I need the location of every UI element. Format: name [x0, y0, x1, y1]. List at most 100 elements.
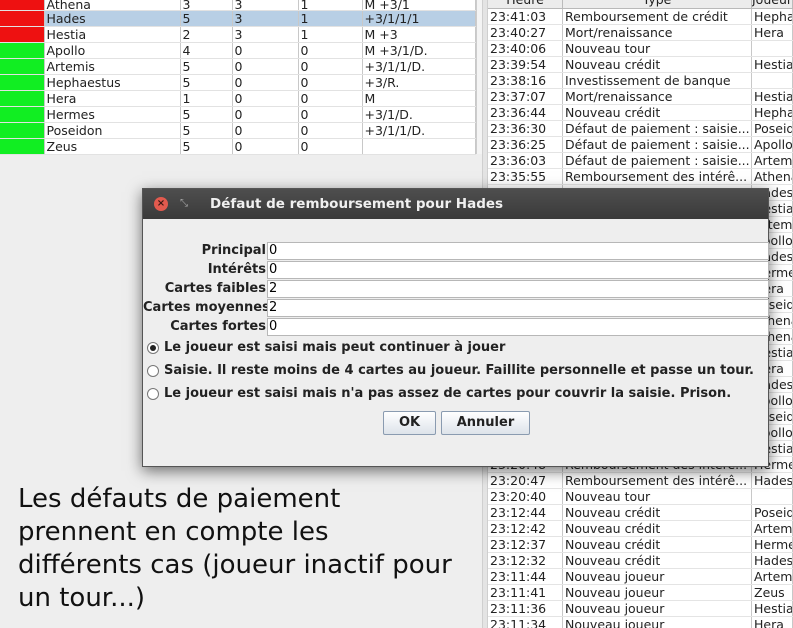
log-player-cell: [752, 73, 793, 88]
log-type-cell: Remboursement de crédit: [563, 9, 752, 24]
player-row[interactable]: Hades 5 3 1 +3/1/1/1: [0, 10, 476, 27]
cartes-moyennes-input[interactable]: [267, 298, 769, 317]
player-value-cell: 0: [232, 90, 299, 107]
cancel-button[interactable]: Annuler: [441, 411, 530, 435]
player-row[interactable]: Hephaestus 5 0 0 +3/R.: [0, 74, 476, 91]
option-continue[interactable]: Le joueur est saisi mais peut continuer …: [147, 340, 505, 355]
log-player-cell: Hades: [754, 553, 793, 568]
log-row[interactable]: 23:20:47 Remboursement des intérê... Hades: [488, 473, 793, 489]
log-row[interactable]: 23:11:41 Nouveau joueur Zeus: [488, 585, 793, 601]
caption-text: Les défauts de paiement prennent en comp…: [18, 484, 452, 613]
player-value-cell: 3: [180, 0, 233, 11]
log-row[interactable]: 23:40:06 Nouveau tour: [488, 41, 793, 57]
player-name-cell: Hades: [44, 10, 181, 27]
log-row[interactable]: 23:11:44Nouveau joueurArtemis: [488, 569, 793, 585]
player-value-cell: 0: [232, 58, 299, 75]
log-player-cell: Poseidon: [752, 505, 793, 520]
player-status-cell: [0, 90, 45, 107]
principal-input[interactable]: [267, 241, 769, 260]
log-row[interactable]: 23:39:54 Nouveau crédit Hestia: [488, 57, 793, 73]
log-time-cell: 23:36:03: [488, 153, 563, 168]
player-row[interactable]: Poseidon 5 0 0 +3/1/1/D.: [0, 122, 476, 139]
player-name-cell: Hestia: [44, 26, 181, 43]
log-player-cell: Hestia: [754, 89, 793, 104]
player-row[interactable]: Apollo 4 0 0 M +3/1/D.: [0, 42, 476, 59]
log-time-cell: 23:36:25: [488, 137, 563, 152]
interets-input[interactable]: [267, 260, 769, 279]
player-name-cell: Hera: [44, 90, 181, 107]
option-skip-turn[interactable]: Saisie. Il reste moins de 4 cartes au jo…: [147, 363, 754, 378]
log-type-cell: Mort/renaissance: [563, 25, 752, 40]
cartes-fortes-input[interactable]: [267, 317, 769, 336]
player-value-cell: 1: [298, 26, 363, 43]
restore-icon[interactable]: ⤡: [180, 199, 188, 209]
column-header-type[interactable]: Type: [563, 0, 752, 8]
log-row[interactable]: 23:12:37Nouveau créditHermes: [488, 537, 793, 553]
log-player-cell: Apollo: [754, 137, 793, 152]
log-type-cell: Nouveau crédit: [563, 57, 752, 72]
log-row[interactable]: 23:12:44Nouveau créditPoseidon: [488, 505, 793, 521]
log-type-cell: Nouveau crédit: [563, 553, 752, 568]
player-row[interactable]: Hermes 5 0 0 +3/1/D.: [0, 106, 476, 123]
log-time-cell: 23:12:32: [488, 553, 563, 568]
log-type-cell: Nouveau joueur: [563, 585, 752, 600]
log-type-cell: Défaut de paiement : saisie...: [563, 153, 752, 168]
log-row[interactable]: 23:11:36 Nouveau joueur Hestia: [488, 601, 793, 617]
log-row[interactable]: 23:35:55 Remboursement des intérê... Athen…: [488, 169, 793, 185]
close-icon[interactable]: ×: [154, 197, 168, 211]
log-time-cell: 23:39:54: [488, 57, 563, 72]
player-row[interactable]: Hestia 2 3 1 M +3: [0, 26, 476, 43]
log-row[interactable]: 23:11:34 Nouveau joueur Hera: [488, 617, 793, 628]
player-value-cell: 0: [298, 106, 363, 123]
log-player-cell: Athena: [752, 169, 793, 184]
log-row[interactable]: 23:12:32 Nouveau crédit Hades: [488, 553, 793, 569]
dialog-titlebar[interactable]: × ⤡ Défaut de remboursement pour Hades: [143, 189, 768, 219]
player-value-cell: 5: [180, 58, 233, 75]
player-value-cell: 5: [180, 10, 233, 27]
radio-continue[interactable]: [147, 341, 159, 354]
player-name-cell: Hermes: [44, 106, 181, 123]
player-value-cell: 0: [232, 122, 299, 139]
field-row-principal: Principal: [143, 241, 769, 260]
player-value-cell: 0: [232, 106, 299, 123]
log-row[interactable]: 23:12:42Nouveau créditArtemis: [488, 521, 793, 537]
player-value-cell: 0: [298, 90, 363, 107]
player-notes-cell: M +3: [362, 26, 476, 43]
player-value-cell: 0: [298, 74, 363, 91]
log-time-cell: 23:11:41: [488, 585, 563, 600]
log-row[interactable]: 23:38:16 Investissement de banque: [488, 73, 793, 89]
player-row[interactable]: Zeus 5 0 0: [0, 138, 476, 155]
log-row[interactable]: 23:41:03Remboursement de créditHephaestu…: [488, 9, 793, 25]
log-time-cell: 23:12:42: [488, 521, 563, 536]
log-row[interactable]: 23:36:30 Défaut de paiement : saisie... Po…: [488, 121, 793, 137]
ok-button[interactable]: OK: [383, 411, 436, 435]
cartes-faibles-input[interactable]: [267, 279, 769, 298]
player-value-cell: 0: [232, 138, 299, 155]
log-row[interactable]: 23:36:44Nouveau créditHephaestus: [488, 105, 793, 121]
log-type-cell: Nouveau crédit: [563, 537, 752, 552]
player-notes-cell: +3/R.: [362, 74, 476, 91]
player-name-cell: Artemis: [44, 58, 181, 75]
player-row[interactable]: Artemis 5 0 0 +3/1/1/D.: [0, 58, 476, 75]
option-prison[interactable]: Le joueur est saisi mais n'a pas assez d…: [147, 386, 731, 401]
log-row[interactable]: 23:40:27 Mort/renaissance Hera: [488, 25, 793, 41]
log-time-cell: 23:41:03: [488, 9, 563, 24]
log-row[interactable]: 23:36:03 Défaut de paiement : saisie... Ar…: [488, 153, 793, 169]
column-header-time[interactable]: Heure: [488, 0, 563, 8]
log-time-cell: 23:40:06: [488, 41, 563, 56]
log-row[interactable]: 23:20:40 Nouveau tour: [488, 489, 793, 505]
player-table: Athena 3 3 1 M +3/1 Hades 5 3 1 +3/1/1/1 Hestia 2 3 1…: [0, 0, 476, 155]
player-status-cell: [0, 0, 45, 11]
player-row[interactable]: Athena 3 3 1 M +3/1: [0, 0, 476, 11]
event-log-header: Heure Type Joueur: [488, 0, 793, 9]
log-row[interactable]: 23:36:25 Défaut de paiement : saisie... Ap…: [488, 137, 793, 153]
player-row[interactable]: Hera 1 0 0 M: [0, 90, 476, 107]
column-header-player[interactable]: Joueur: [752, 0, 793, 8]
player-value-cell: 1: [298, 10, 363, 27]
radio-skip-turn[interactable]: [147, 364, 159, 377]
cartes-faibles-label: Cartes faibles: [164, 281, 266, 296]
log-type-cell: Nouveau tour: [563, 489, 752, 504]
radio-prison[interactable]: [147, 387, 159, 400]
log-row[interactable]: 23:37:07 Mort/renaissance Hestia: [488, 89, 793, 105]
log-time-cell: 23:40:27: [488, 25, 563, 40]
